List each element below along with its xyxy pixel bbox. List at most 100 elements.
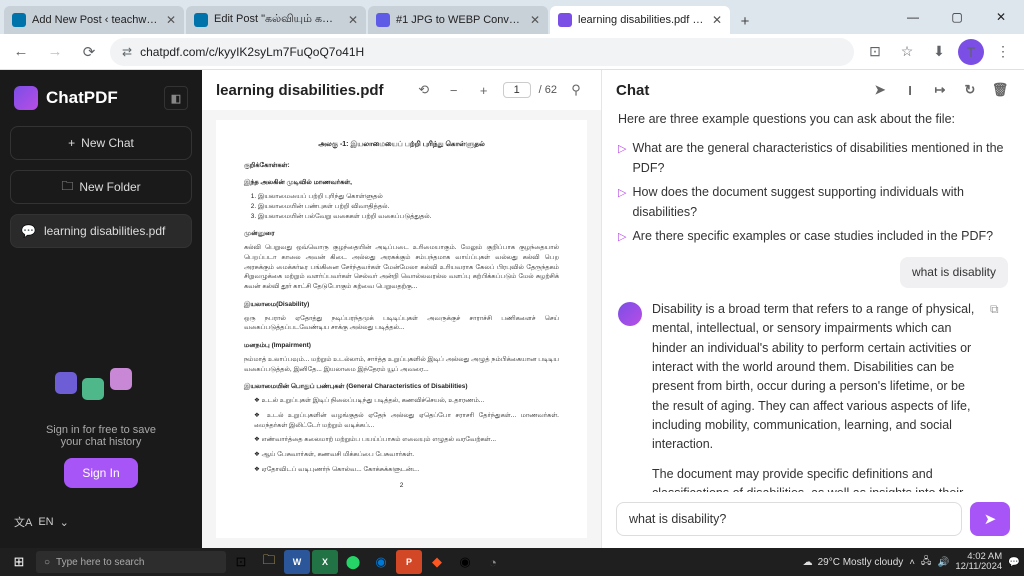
edge-icon[interactable]: ◉	[368, 550, 394, 574]
tab-title: Add New Post ‹ teachwar.com	[32, 14, 160, 26]
zoom-out-button[interactable]: −	[443, 79, 465, 101]
notifications-icon[interactable]: 💬	[1008, 557, 1020, 568]
example-question[interactable]: ▷Are there specific examples or case stu…	[618, 227, 1008, 246]
signin-button[interactable]: Sign In	[64, 458, 137, 488]
refresh-icon[interactable]: ↻	[960, 80, 980, 100]
send-icon[interactable]: ➤	[870, 80, 890, 100]
word-icon[interactable]: W	[284, 550, 310, 574]
page-input[interactable]: 1	[503, 82, 531, 98]
app-icon[interactable]: ◔	[480, 550, 506, 574]
bot-message: Disability is a broad term that refers t…	[618, 300, 1008, 492]
chat-pane: Chat ➤ I ↦ ↻ 🗑 Here are three example qu…	[602, 70, 1024, 548]
triangle-icon: ▷	[618, 185, 626, 202]
excel-icon[interactable]: X	[312, 550, 338, 574]
list-item: இயலாமையின் பல்வேறு வகைகள் பற்றி வகைப்படு…	[258, 212, 559, 222]
sidebar-item-file[interactable]: 💬learning disabilities.pdf	[10, 214, 192, 248]
promo-illustration	[20, 366, 182, 414]
chat-messages[interactable]: Here are three example questions you can…	[602, 110, 1024, 492]
close-icon[interactable]: ✕	[166, 13, 176, 27]
system-tray: ☁ 29°C Mostly cloudy ˄ 🖧 🔊 4:02 AM 12/11/…	[803, 552, 1020, 573]
weather-text: 29°C Mostly cloudy	[818, 557, 904, 568]
explorer-icon[interactable]: 🗀	[256, 550, 282, 574]
chevron-up-icon[interactable]: ˄	[909, 557, 915, 568]
bookmark-icon[interactable]: ☆	[894, 39, 920, 65]
document-pane: learning disabilities.pdf ⟲ − + 1 / 62 ⚲…	[202, 70, 602, 548]
rotate-button[interactable]: ⟲	[413, 79, 435, 101]
chat-input-row: ➤	[602, 492, 1024, 548]
example-question[interactable]: ▷What are the general characteristics of…	[618, 139, 1008, 178]
app-icon[interactable]: ◆	[424, 550, 450, 574]
weather-widget[interactable]: ☁ 29°C Mostly cloudy	[803, 557, 904, 568]
profile-avatar[interactable]: T	[958, 39, 984, 65]
back-button[interactable]: ←	[8, 39, 34, 65]
text-icon[interactable]: I	[900, 80, 920, 100]
whatsapp-icon[interactable]: ⬤	[340, 550, 366, 574]
plus-icon: +	[68, 136, 75, 150]
bullet: ❖ உடல் உறுப்புகள் இடிப் நிலைப்படிந்து பட…	[254, 396, 559, 406]
install-icon[interactable]: ⊡	[862, 39, 888, 65]
chevron-down-icon: ⌄	[60, 516, 69, 529]
url-input[interactable]: ⇄ chatpdf.com/c/kyyIK2syLm7FuQoQ7o41H	[110, 38, 854, 66]
language-switcher[interactable]: 文A EN ⌄	[10, 506, 192, 538]
intro-text: Here are three example questions you can…	[618, 110, 1008, 129]
globe-icon: 文A	[14, 514, 32, 530]
chapter-heading: அலகு -1: இயலாமையைப் பற்றி புரிந்து கொள்ள…	[244, 140, 559, 151]
close-button[interactable]: ✕	[982, 3, 1020, 31]
expand-icon[interactable]: ↦	[930, 80, 950, 100]
url-text: chatpdf.com/c/kyyIK2syLm7FuQoQ7o41H	[140, 45, 364, 59]
reload-button[interactable]: ⟳	[76, 39, 102, 65]
window-controls: — ▢ ✕	[894, 3, 1020, 31]
tab-4-active[interactable]: learning disabilities.pdf - ChatP✕	[550, 6, 730, 34]
chat-input[interactable]	[616, 502, 962, 536]
triangle-icon: ▷	[618, 229, 626, 246]
tab-2[interactable]: Edit Post "கல்வியும் கலாசா ✕	[186, 6, 366, 34]
bullet: ❖ எண்வார்த்தை கலைமாற் மற்றும்ப பயய்ப்பாச…	[254, 435, 559, 445]
zoom-in-button[interactable]: +	[473, 79, 495, 101]
tab-3[interactable]: #1 JPG to WEBP Converter Onl✕	[368, 6, 548, 34]
signin-promo: Sign in for free to save your chat histo…	[10, 356, 192, 498]
q-text: How does the document suggest supporting…	[632, 183, 1008, 222]
bot-avatar-icon	[618, 302, 642, 326]
downloads-icon[interactable]: ⬇	[926, 39, 952, 65]
tab-title: Edit Post "கல்வியும் கலாசா	[214, 13, 342, 27]
taskbar-search[interactable]: ○Type here to search	[36, 551, 226, 573]
send-button[interactable]: ➤	[970, 502, 1010, 536]
new-tab-button[interactable]: +	[732, 8, 758, 34]
lang-code: EN	[38, 516, 53, 528]
close-icon[interactable]: ✕	[348, 13, 358, 27]
doc-viewport[interactable]: அலகு -1: இயலாமையைப் பற்றி புரிந்து கொள்ள…	[202, 110, 601, 548]
site-info-icon[interactable]: ⇄	[122, 45, 132, 59]
task-view-icon[interactable]: ⊡	[228, 550, 254, 574]
start-button[interactable]: ⊞	[4, 550, 34, 574]
cloud-icon: ☁	[803, 557, 813, 568]
list-item: இயலாமையின் பண்புகள் பற்றி விவாதித்தல்.	[258, 202, 559, 212]
powerpoint-icon[interactable]: P	[396, 550, 422, 574]
subhead: இயலாமை(Disability)	[244, 300, 559, 310]
collapse-sidebar-button[interactable]: ◧	[164, 86, 188, 110]
chat-header: Chat ➤ I ↦ ↻ 🗑	[602, 70, 1024, 110]
volume-icon[interactable]: 🔊	[937, 557, 949, 568]
sidebar: ChatPDF ◧ + New Chat 🗀New Folder 💬learnin…	[0, 70, 202, 548]
example-question[interactable]: ▷ How does the document suggest supportin…	[618, 183, 1008, 222]
menu-icon[interactable]: ⋮	[990, 39, 1016, 65]
clock[interactable]: 4:02 AM 12/11/2024	[955, 552, 1002, 573]
copy-icon[interactable]: ⧉	[990, 300, 1008, 318]
label: New Chat	[81, 136, 134, 150]
brand-logo[interactable]: ChatPDF ◧	[10, 80, 192, 116]
minimize-button[interactable]: —	[894, 3, 932, 31]
delete-icon[interactable]: 🗑	[990, 80, 1010, 100]
forward-button[interactable]: →	[42, 39, 68, 65]
objectives-list: இயலாமையைப் பற்றி புரிந்து கொள்ளுதல் இயலா…	[258, 192, 559, 221]
triangle-icon: ▷	[618, 141, 626, 158]
close-icon[interactable]: ✕	[712, 13, 722, 27]
network-icon[interactable]: 🖧	[921, 554, 932, 570]
chrome-icon[interactable]: ◉	[452, 550, 478, 574]
new-chat-button[interactable]: + New Chat	[10, 126, 192, 160]
maximize-button[interactable]: ▢	[938, 3, 976, 31]
new-folder-button[interactable]: 🗀New Folder	[10, 170, 192, 204]
search-doc-button[interactable]: ⚲	[565, 79, 587, 101]
chat-title: Chat	[616, 82, 649, 99]
close-icon[interactable]: ✕	[530, 13, 540, 27]
favicon-icon	[376, 13, 390, 27]
tab-1[interactable]: Add New Post ‹ teachwar.com ✕	[4, 6, 184, 34]
